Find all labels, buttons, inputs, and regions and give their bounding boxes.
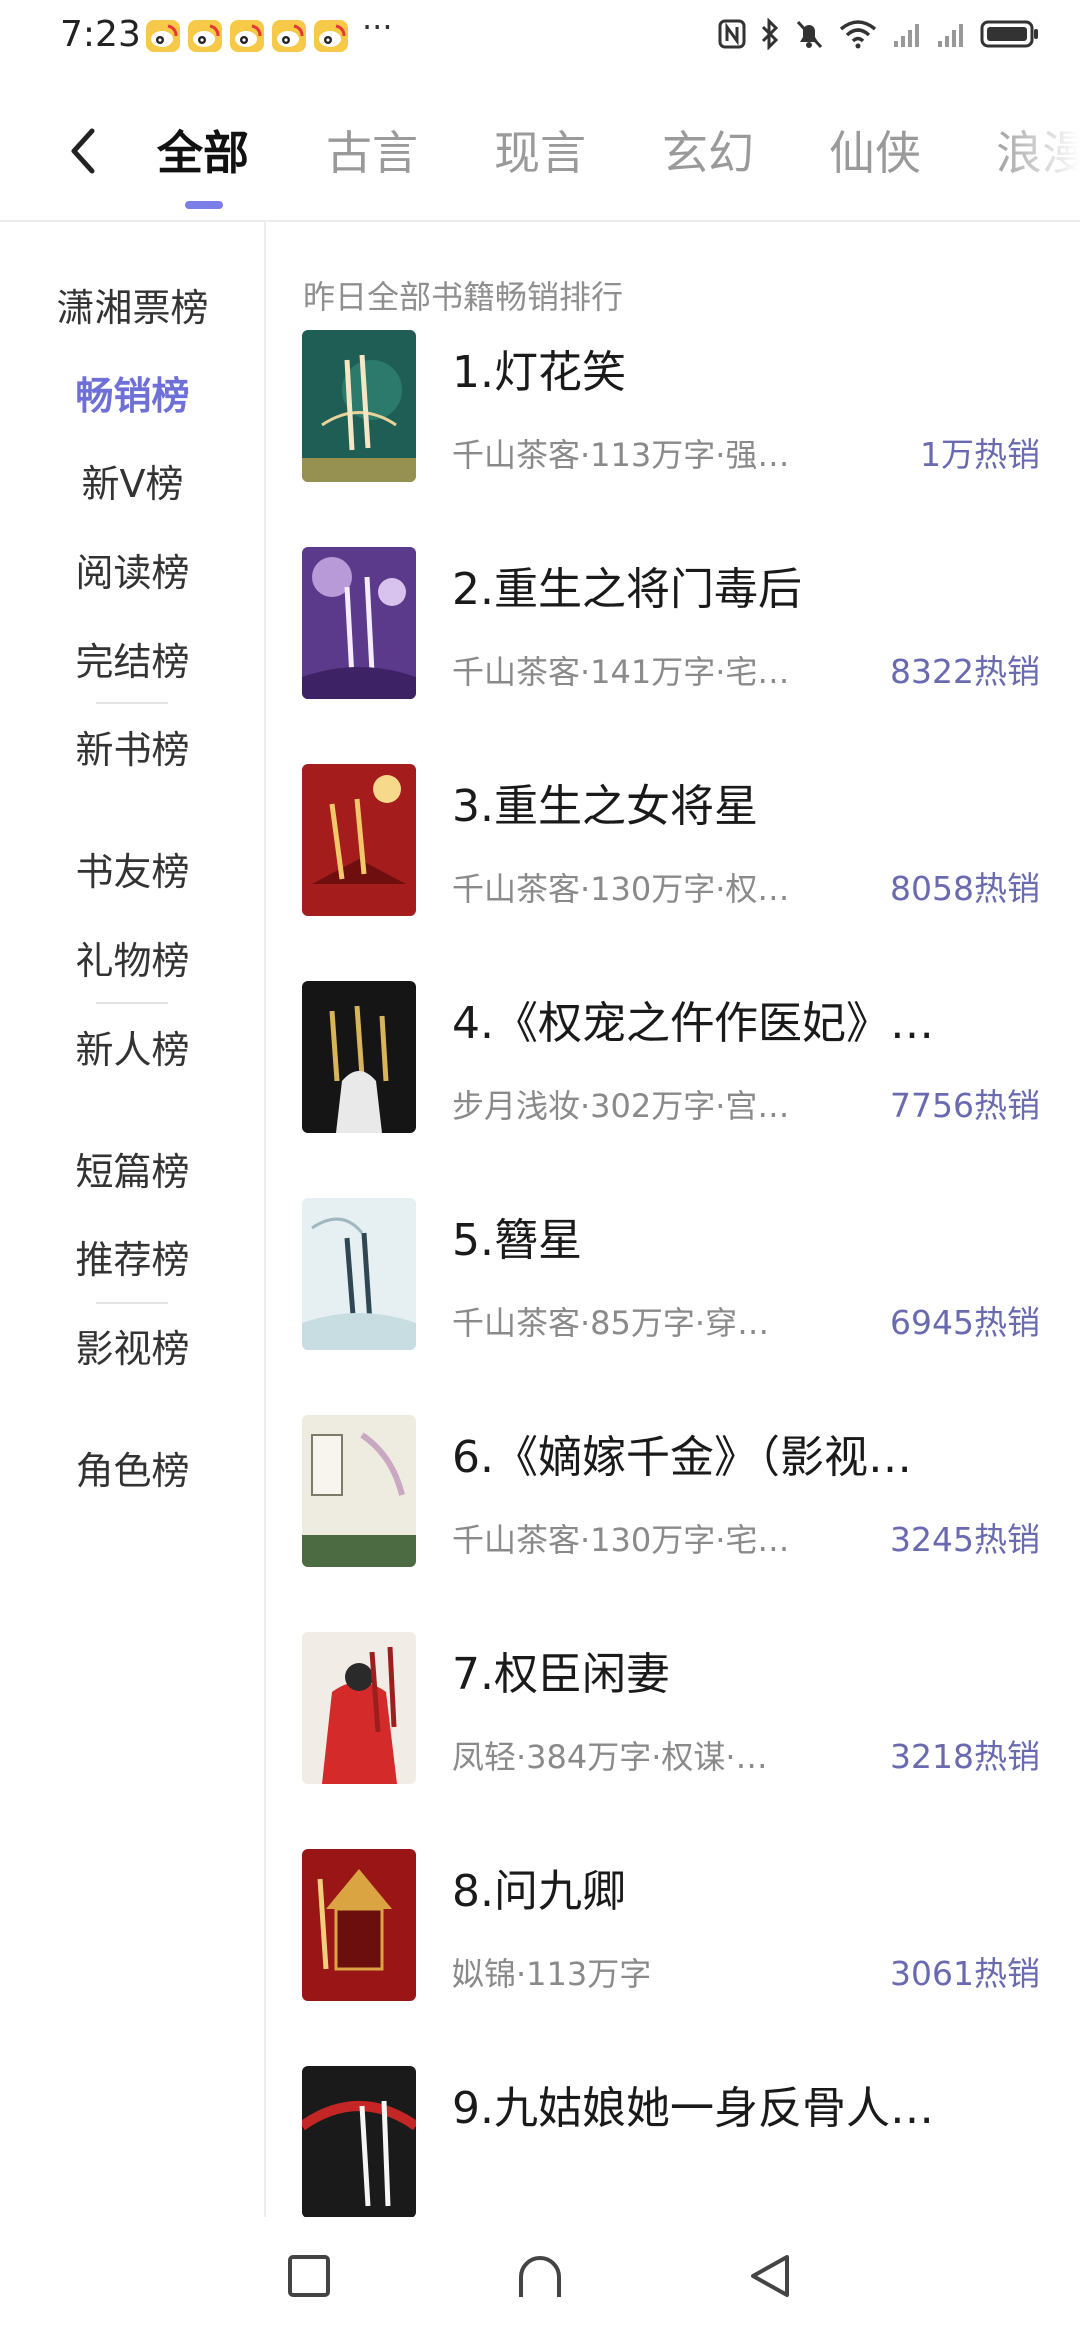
list-item[interactable]: 6.《嫡嫁千金》（影视… 千山茶客·130万字·宅… 3245热销 — [266, 1415, 1080, 1575]
book-sales: 1万热销 — [920, 435, 1040, 474]
signal-icon — [892, 19, 922, 49]
more-notifications-indicator: ··· — [362, 8, 393, 46]
book-meta: 凤轻·384万字·权谋·… — [452, 1738, 768, 1776]
active-tab-indicator — [185, 201, 223, 209]
back-button[interactable] — [60, 121, 108, 181]
book-meta: 千山茶客·130万字·宅… — [452, 1521, 790, 1559]
book-title: 9.九姑娘她一身反骨人… — [452, 2083, 934, 2134]
book-meta: 千山茶客·85万字·穿… — [452, 1304, 770, 1342]
mute-icon — [794, 18, 824, 50]
list-item[interactable]: 4.《权宠之仵作医妃》… 步月浅妆·302万字·宫… 7756热销 — [266, 981, 1080, 1141]
weibo-icon — [188, 20, 222, 52]
sidebar-item-xiaoxiang-votes[interactable]: 潇湘票榜 — [0, 277, 265, 332]
weibo-icon — [272, 20, 306, 52]
weibo-icon — [230, 20, 264, 52]
tab-fantasy[interactable]: 玄幻 — [662, 117, 754, 183]
book-title: 5.簪星 — [452, 1215, 582, 1266]
bestseller-list: 昨日全部书籍畅销排行 1.灯花笑 千山茶客·113万字·强… 1万热销 2.重生… — [266, 222, 1080, 2217]
sidebar-item-short-stories[interactable]: 短篇榜 — [0, 1141, 265, 1196]
list-item[interactable]: 7.权臣闲妻 凤轻·384万字·权谋·… 3218热销 — [266, 1632, 1080, 1792]
book-sales: 3061热销 — [890, 1954, 1040, 1993]
sidebar-item-new-books[interactable]: 新书榜 — [0, 719, 265, 774]
list-item[interactable]: 2.重生之将门毒后 千山茶客·141万字·宅… 8322热销 — [266, 547, 1080, 707]
sidebar-divider — [96, 702, 168, 704]
book-cover — [302, 1849, 416, 2001]
tab-fade-overlay — [990, 95, 1080, 215]
book-sales: 8058热销 — [890, 869, 1040, 908]
book-title: 8.问九卿 — [452, 1866, 626, 1917]
recents-button[interactable] — [274, 2241, 344, 2311]
sidebar-item-newcomers[interactable]: 新人榜 — [0, 1019, 265, 1074]
home-circle-icon — [519, 2256, 561, 2297]
book-cover — [302, 1415, 416, 1567]
list-item[interactable]: 8.问九卿 姒锦·113万字 3061热销 — [266, 1849, 1080, 2009]
sidebar-item-characters[interactable]: 角色榜 — [0, 1440, 265, 1495]
sidebar-divider — [96, 1002, 168, 1004]
bluetooth-icon — [760, 18, 780, 50]
book-meta: 千山茶客·113万字·强… — [452, 436, 790, 474]
wifi-icon — [838, 19, 878, 49]
status-time: 7:23 — [60, 14, 141, 55]
status-bar: 7:23 ··· — [0, 0, 1080, 78]
sidebar-item-bestseller[interactable]: 畅销榜 — [0, 365, 265, 420]
signal-icon — [936, 19, 966, 49]
tab-modern-romance[interactable]: 现言 — [494, 117, 586, 183]
list-item[interactable]: 1.灯花笑 千山茶客·113万字·强… 1万热销 — [266, 330, 1080, 490]
book-meta: 姒锦·113万字 — [452, 1955, 652, 1993]
sidebar-item-film-tv[interactable]: 影视榜 — [0, 1318, 265, 1373]
weibo-icon — [314, 20, 348, 52]
system-icons — [718, 18, 1040, 50]
sidebar-item-completed[interactable]: 完结榜 — [0, 631, 265, 686]
book-meta: 千山茶客·141万字·宅… — [452, 653, 790, 691]
chevron-left-icon — [71, 128, 95, 174]
sidebar-item-gifts[interactable]: 礼物榜 — [0, 930, 265, 985]
book-title: 2.重生之将门毒后 — [452, 564, 802, 615]
list-header: 昨日全部书籍畅销排行 — [303, 278, 624, 316]
book-sales: 6945热销 — [890, 1303, 1040, 1342]
battery-icon — [980, 19, 1040, 49]
tab-xianxia[interactable]: 仙侠 — [829, 117, 921, 183]
sidebar-item-reading[interactable]: 阅读榜 — [0, 542, 265, 597]
book-sales: 3218热销 — [890, 1737, 1040, 1776]
back-nav-button[interactable] — [735, 2241, 805, 2311]
list-item[interactable]: 5.簪星 千山茶客·85万字·穿… 6945热销 — [266, 1198, 1080, 1358]
back-triangle-icon — [751, 2255, 789, 2297]
tab-ancient-romance[interactable]: 古言 — [326, 117, 418, 183]
book-sales: 3245热销 — [890, 1520, 1040, 1559]
book-meta: 步月浅妆·302万字·宫… — [452, 1087, 790, 1125]
system-nav-bar — [0, 2217, 1080, 2340]
book-cover — [302, 1632, 416, 1784]
book-sales: 7756热销 — [890, 1086, 1040, 1125]
book-cover — [302, 1198, 416, 1350]
book-title: 4.《权宠之仵作医妃》… — [452, 998, 934, 1049]
category-tabs: 全部 古言 现言 玄幻 仙侠 浪漫 — [0, 95, 1080, 215]
book-cover — [302, 981, 416, 1133]
book-title: 6.《嫡嫁千金》（影视… — [452, 1432, 912, 1483]
book-title: 7.权臣闲妻 — [452, 1649, 670, 1700]
book-cover — [302, 547, 416, 699]
nfc-icon — [718, 19, 746, 49]
tab-all[interactable]: 全部 — [157, 117, 249, 183]
recents-square-icon — [288, 2255, 330, 2297]
sidebar-divider — [96, 1302, 168, 1304]
book-cover — [302, 330, 416, 482]
list-item[interactable]: 9.九姑娘她一身反骨人… — [266, 2066, 1080, 2217]
notification-icons — [146, 20, 348, 52]
book-cover — [302, 764, 416, 916]
book-title: 3.重生之女将星 — [452, 781, 758, 832]
sidebar-item-reader-friends[interactable]: 书友榜 — [0, 841, 265, 896]
sidebar-item-new-v[interactable]: 新V榜 — [0, 453, 265, 508]
book-sales: 8322热销 — [890, 652, 1040, 691]
home-button[interactable] — [505, 2241, 575, 2311]
weibo-icon — [146, 20, 180, 52]
sidebar-item-recommended[interactable]: 推荐榜 — [0, 1229, 265, 1284]
list-item[interactable]: 3.重生之女将星 千山茶客·130万字·权… 8058热销 — [266, 764, 1080, 924]
book-meta: 千山茶客·130万字·权… — [452, 870, 790, 908]
ranking-sidebar: 潇湘票榜 畅销榜 新V榜 阅读榜 完结榜 新书榜 书友榜 礼物榜 新人榜 短篇榜… — [0, 222, 265, 2217]
book-cover — [302, 2066, 416, 2217]
book-title: 1.灯花笑 — [452, 347, 626, 398]
